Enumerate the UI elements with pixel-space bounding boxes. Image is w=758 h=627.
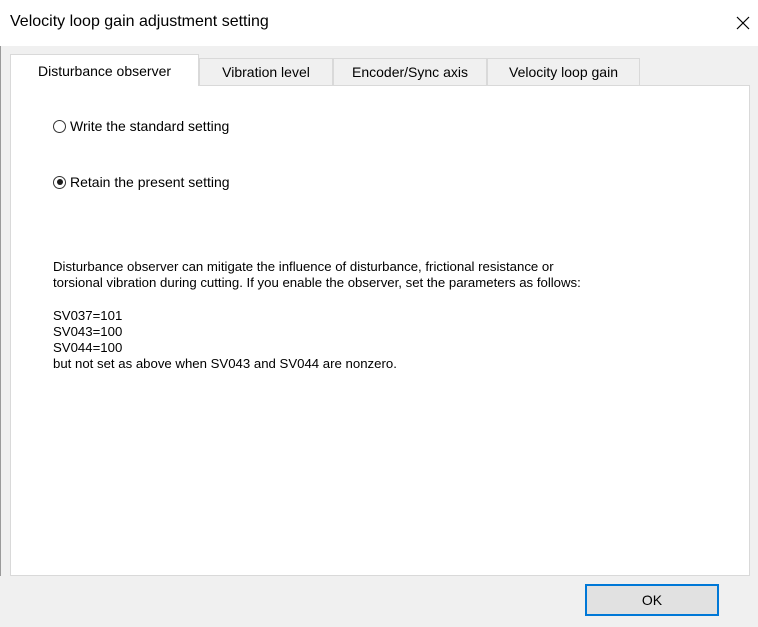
window-left-border bbox=[0, 46, 1, 627]
dialog-title: Velocity loop gain adjustment setting bbox=[10, 13, 269, 30]
radio-write-standard[interactable]: Write the standard setting bbox=[53, 118, 229, 134]
radio-write-standard-label: Write the standard setting bbox=[70, 118, 230, 134]
description-line-2: torsional vibration during cutting. If y… bbox=[53, 275, 581, 291]
dialog-window: Velocity loop gain adjustment setting Di… bbox=[0, 0, 758, 627]
description-text: Disturbance observer can mitigate the in… bbox=[53, 259, 753, 373]
description-note: but not set as above when SV043 and SV04… bbox=[53, 356, 397, 372]
radio-unchecked-icon bbox=[53, 119, 66, 133]
ok-button[interactable]: OK bbox=[585, 584, 719, 616]
title-bar[interactable]: Velocity loop gain adjustment setting bbox=[0, 0, 758, 46]
tab-vibration-level[interactable]: Vibration level bbox=[199, 58, 333, 85]
radio-retain-present-label: Retain the present setting bbox=[70, 174, 230, 190]
tab-velocity-loop-gain[interactable]: Velocity loop gain bbox=[487, 58, 640, 85]
param-sv037: SV037=101 bbox=[53, 307, 123, 323]
param-sv043: SV043=100 bbox=[53, 323, 123, 339]
tab-disturbance-observer[interactable]: Disturbance observer bbox=[10, 54, 199, 86]
param-sv044: SV044=100 bbox=[53, 340, 123, 356]
close-icon bbox=[736, 16, 750, 30]
radio-retain-present[interactable]: Retain the present setting bbox=[53, 174, 230, 190]
close-button[interactable] bbox=[728, 8, 758, 38]
tab-strip: Disturbance observer Vibration level Enc… bbox=[10, 54, 750, 86]
tab-encoder-sync-axis[interactable]: Encoder/Sync axis bbox=[333, 58, 487, 85]
description-line-1: Disturbance observer can mitigate the in… bbox=[53, 259, 554, 274]
radio-checked-icon bbox=[53, 175, 66, 189]
